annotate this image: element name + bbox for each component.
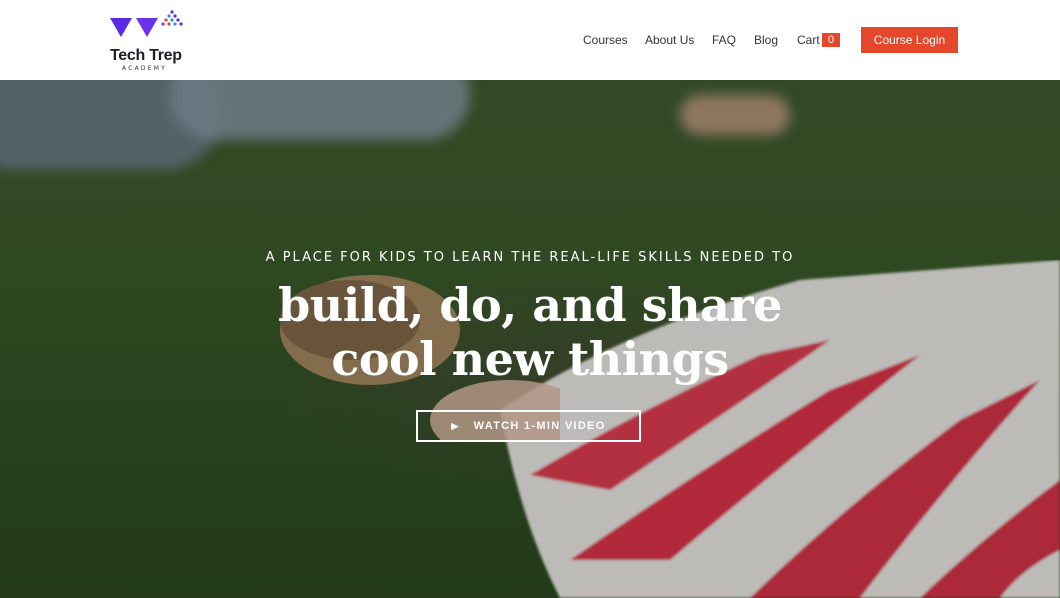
nav-faq[interactable]: FAQ xyxy=(712,33,736,47)
hero-section: A PLACE FOR KIDS TO LEARN THE REAL-LIFE … xyxy=(0,80,1060,598)
nav-courses[interactable]: Courses xyxy=(583,33,628,47)
hero-tagline: A PLACE FOR KIDS TO LEARN THE REAL-LIFE … xyxy=(265,250,795,265)
cart-count-badge[interactable]: 0 xyxy=(822,33,840,47)
hero-headline-line-2: cool new things xyxy=(331,332,729,386)
play-icon: ▶ xyxy=(451,420,460,431)
nav-cart[interactable]: Cart xyxy=(797,33,820,47)
hero-headline: build, do, and share cool new things xyxy=(0,278,1060,386)
nav-about-us[interactable]: About Us xyxy=(645,33,694,47)
watch-video-button[interactable]: ▶ WATCH 1-MIN VIDEO xyxy=(416,410,641,442)
nav-blog[interactable]: Blog xyxy=(754,33,778,47)
hero-headline-line-1: build, do, and share xyxy=(278,278,782,332)
course-login-button[interactable]: Course Login xyxy=(861,27,958,53)
watch-video-label: WATCH 1-MIN VIDEO xyxy=(473,420,606,432)
site-header: Tech Trep ACADEMY Courses About Us FAQ B… xyxy=(0,0,1060,80)
main-nav: Courses About Us FAQ Blog Cart 0 Course … xyxy=(0,0,1060,80)
